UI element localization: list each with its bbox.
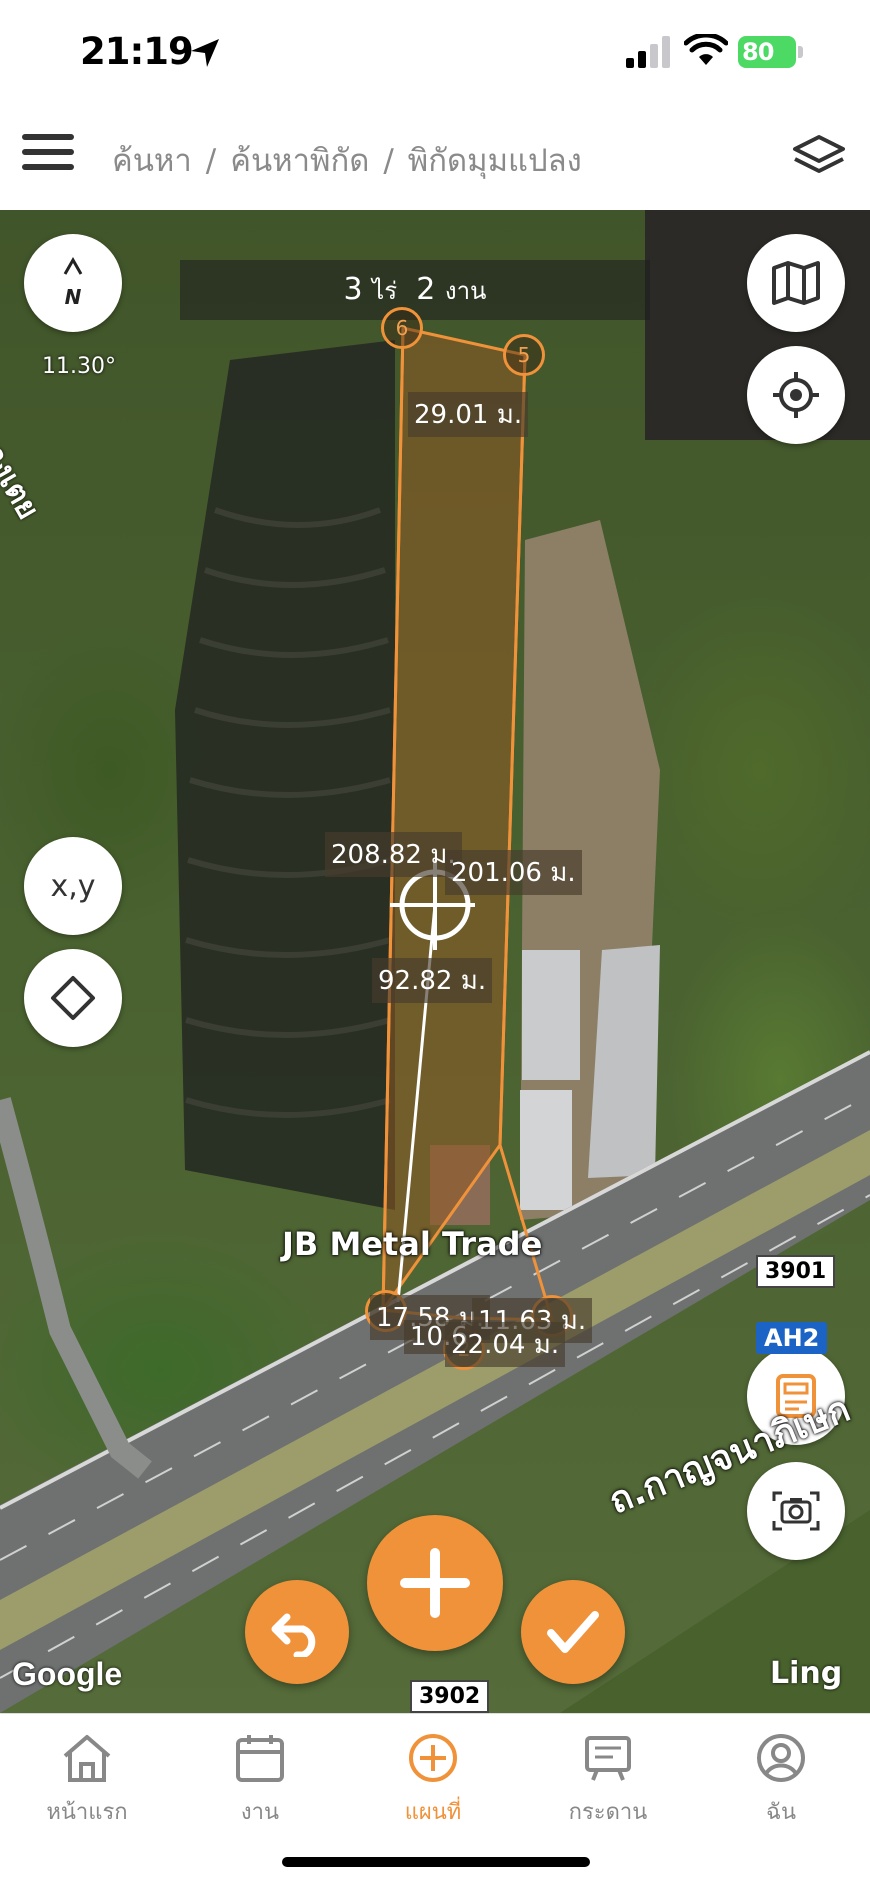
app-screen: 21:19 80 ค้นหา / ค้นหาพิกัด / พิกัดมุมแปลง [0, 0, 870, 1883]
tab-label: งาน [240, 1800, 280, 1825]
plus-icon [400, 1548, 470, 1618]
compass-letter: N [65, 285, 82, 309]
add-point-button[interactable] [367, 1515, 503, 1651]
tab-home[interactable]: หน้าแรก [12, 1732, 162, 1829]
my-location-button[interactable] [747, 346, 845, 444]
tab-jobs[interactable]: งาน [185, 1732, 335, 1829]
dimension-label: 29.01 ม. [408, 392, 529, 437]
area-rai-unit: ไร่ [372, 277, 398, 305]
folded-map-icon [772, 261, 820, 305]
undo-icon [271, 1613, 316, 1657]
vertex-marker[interactable]: 6 [381, 307, 423, 349]
camera-frame-icon [772, 1491, 820, 1531]
route-shield: 3901 [756, 1255, 836, 1288]
diamond-icon [51, 976, 95, 1020]
calendar-icon [236, 1735, 284, 1782]
area-rai-value: 3 [343, 272, 363, 307]
dimension-label: 22.04 ม. [445, 1322, 566, 1367]
location-arrow-icon [191, 39, 219, 67]
google-attribution: Google [12, 1656, 123, 1692]
battery-indicator: 80 [738, 36, 804, 68]
area-ngan-value: 2 [416, 272, 436, 307]
battery-level: 80 [738, 36, 796, 68]
layers-icon[interactable] [790, 131, 848, 179]
home-icon [63, 1735, 111, 1782]
user-icon [757, 1734, 805, 1782]
wifi-icon [684, 34, 728, 65]
map-corner-label: Ling [770, 1656, 843, 1691]
compass-rotation: 11.30° [42, 354, 116, 379]
bottom-tab-bar: หน้าแรก งาน แผนที่ กระดาน ฉัน [0, 1713, 870, 1883]
compass-button[interactable]: N [24, 234, 122, 332]
tab-board[interactable]: กระดาน [533, 1732, 683, 1829]
area-ngan-unit: งาน [444, 277, 487, 305]
tab-label: กระดาน [568, 1800, 648, 1825]
status-bar: 21:19 80 [0, 0, 870, 105]
tab-label: หน้าแรก [46, 1800, 128, 1825]
route-shield: 3902 [410, 1680, 490, 1713]
tab-label: ฉัน [765, 1800, 797, 1825]
xy-coordinate-button[interactable]: x,y [24, 837, 122, 935]
cellular-signal-icon [626, 36, 670, 68]
map-type-button[interactable] [747, 234, 845, 332]
tab-map[interactable]: แผนที่ [358, 1732, 508, 1829]
breadcrumb-item-plot-corners: พิกัดมุมแปลง [407, 143, 582, 179]
checkmark-icon [547, 1611, 599, 1653]
compass-north-icon: N [63, 256, 83, 309]
board-icon [585, 1736, 631, 1781]
undo-button[interactable] [245, 1580, 349, 1684]
confirm-button[interactable] [521, 1580, 625, 1684]
capture-button[interactable] [747, 1462, 845, 1560]
place-label: JB Metal Trade [282, 1225, 543, 1263]
dimension-label: 208.82 ม. [325, 832, 462, 877]
breadcrumb-item-search[interactable]: ค้นหา [112, 143, 192, 179]
map-view[interactable]: บางเตย 3 ไร่ 2 งาน N 11.30° x,y 6 5 29.0… [0, 210, 870, 1713]
add-circle-icon [409, 1734, 457, 1782]
vertex-marker[interactable]: 5 [503, 334, 545, 376]
app-header: ค้นหา / ค้นหาพิกัด / พิกัดมุมแปลง [0, 105, 870, 210]
dimension-label: 201.06 ม. [445, 850, 582, 895]
battery-cap [798, 46, 803, 58]
status-time: 21:19 [80, 30, 194, 73]
tab-me[interactable]: ฉัน [706, 1732, 856, 1829]
home-indicator [282, 1857, 590, 1867]
breadcrumb-separator: / [383, 143, 394, 179]
breadcrumb: ค้นหา / ค้นหาพิกัด / พิกัดมุมแปลง [112, 135, 582, 185]
breadcrumb-item-coordinate-search[interactable]: ค้นหาพิกัด [230, 143, 369, 179]
dimension-label: 92.82 ม. [372, 958, 493, 1003]
rotate-plot-button[interactable] [24, 949, 122, 1047]
tab-label: แผนที่ [404, 1800, 462, 1825]
crosshair-location-icon [773, 372, 819, 418]
hamburger-menu-icon[interactable] [22, 134, 74, 178]
route-shield-asian-highway: AH2 [756, 1322, 828, 1354]
breadcrumb-separator: / [205, 143, 217, 179]
